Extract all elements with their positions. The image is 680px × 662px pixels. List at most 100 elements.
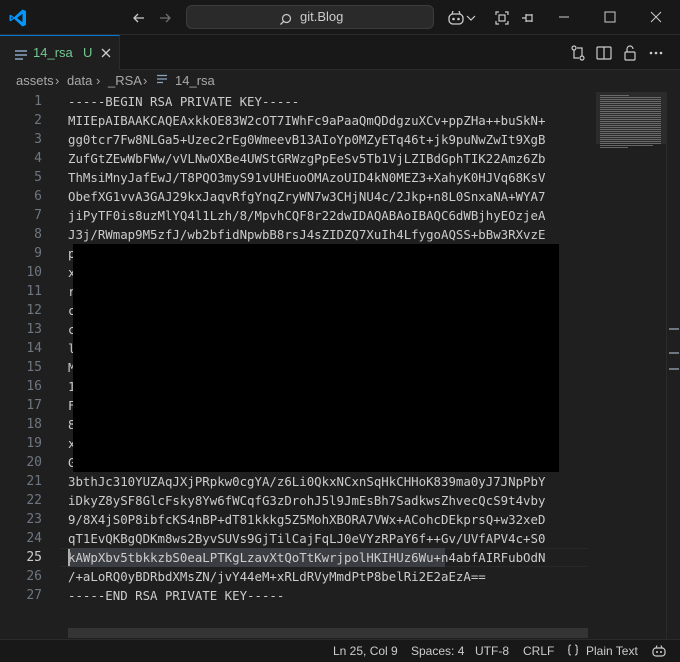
line-number: 14 (26, 341, 42, 356)
minimap-line (600, 101, 661, 102)
code-line[interactable]: ZufGtZEwWbFWw/vVLNwOXBe4UWStGRWzgPpEeSv5… (68, 149, 545, 168)
minimap-line (600, 95, 629, 96)
git-compare-icon[interactable] (568, 43, 588, 63)
minimap-line (600, 109, 661, 110)
minimap-line (600, 107, 661, 108)
line-number: 10 (26, 265, 42, 280)
code-line[interactable]: 3bthJc310YUZAqJXjPRpkw0cgYA/z6Li0QkxNCxn… (68, 472, 545, 491)
minimap-line (600, 129, 661, 130)
line-number: 2 (34, 113, 42, 128)
text-cursor (68, 549, 70, 566)
pin-icon[interactable] (518, 8, 538, 28)
minimap-line (600, 117, 661, 118)
code-line[interactable]: /+aLoRQ0yBDRbdXMsZN/jvY44eM+xRLdRVyMmdPt… (68, 567, 486, 586)
minimap-line (600, 127, 661, 128)
line-number: 13 (26, 322, 42, 337)
line-number: 8 (34, 227, 42, 242)
breadcrumb-item-file[interactable]: 14_rsa (175, 73, 215, 88)
line-number: 9 (34, 246, 42, 261)
minimap-line (600, 141, 661, 142)
line-number: 15 (26, 360, 42, 375)
chevron-down-icon[interactable] (465, 8, 477, 28)
line-number: 5 (34, 170, 42, 185)
code-line[interactable]: kAWpXbv5tbkkzbS0eaLPTKgLzavXtQoTtKwrjpol… (68, 548, 545, 567)
tab-14-rsa[interactable]: 14_rsa U (0, 35, 120, 70)
minimap[interactable] (596, 92, 666, 639)
line-number: 6 (34, 189, 42, 204)
command-center-search[interactable]: git.Blog (186, 5, 434, 29)
end-of-line[interactable]: CRLF (523, 644, 554, 658)
code-line[interactable]: gg0tcr7Fw8NLGa5+Uzec2rEg0WmeevB13AIoYp0M… (68, 130, 545, 149)
layout-icon[interactable] (492, 8, 512, 28)
forward-arrow-icon[interactable] (155, 8, 175, 28)
code-line[interactable]: jiPyTF0is8uzMlYQ4l1Lzh/8/MpvhCQF8r22dwID… (68, 206, 545, 225)
minimap-line (600, 121, 661, 122)
minimap-line (600, 131, 661, 132)
editor[interactable]: 1 -----BEGIN RSA PRIVATE KEY----- 2 MIIEpAI… (0, 92, 680, 639)
line-number: 11 (26, 284, 42, 299)
minimize-icon[interactable] (540, 0, 586, 34)
language-mode[interactable]: Plain Text (586, 644, 638, 658)
redaction-block (73, 244, 559, 472)
line-number: 1 (34, 94, 42, 109)
tab-bar: 14_rsa U (0, 35, 680, 70)
line-number: 21 (26, 474, 42, 489)
chevron-right-icon: › (143, 73, 148, 88)
breadcrumb-item-assets[interactable]: assets (16, 73, 54, 88)
code-line[interactable]: 9/8X4jS0P8ibfcKS4nBP+dT81kkkg5Z5MohXBORA… (68, 510, 545, 529)
vertical-scrollbar[interactable] (666, 92, 680, 639)
code-line[interactable]: J3j/RWmap9M5zfJ/wb2bfidNpwbB8rsJ4sZIDZQ7… (68, 225, 545, 244)
line-number: 7 (34, 208, 42, 223)
horizontal-scrollbar[interactable] (68, 628, 588, 638)
line-number: 24 (26, 531, 42, 546)
scrollbar-marker (669, 368, 679, 370)
breadcrumb-item-data[interactable]: data (67, 73, 92, 88)
more-icon[interactable] (646, 43, 666, 63)
code-line[interactable]: -----END RSA PRIVATE KEY----- (68, 586, 284, 605)
encoding[interactable]: UTF-8 (475, 644, 509, 658)
minimap-line (600, 99, 661, 100)
breadcrumb: assets › data › _RSA › 14_rsa (0, 70, 680, 92)
status-bar: Ln 25, Col 9 Spaces: 4 UTF-8 CRLF Plain … (0, 639, 680, 662)
line-number: 26 (26, 569, 42, 584)
close-tab-icon[interactable] (98, 45, 114, 61)
minimap-line (600, 143, 661, 144)
minimap-line (600, 133, 661, 134)
code-line[interactable]: ThMsiMnyJafEwJ/T8PQO3myS91vUHEuoOMAzoUID… (68, 168, 545, 187)
scrollbar-marker (669, 328, 679, 330)
text-file-icon (156, 73, 168, 88)
minimap-line (600, 135, 661, 136)
maximize-icon[interactable] (586, 0, 632, 34)
minimap-line (600, 105, 661, 106)
minimap-line (600, 137, 661, 138)
line-number: 22 (26, 493, 42, 508)
search-text: git.Blog (300, 9, 344, 24)
text-file-icon (14, 47, 28, 66)
minimap-line (600, 147, 628, 148)
lock-icon[interactable] (620, 43, 640, 63)
back-arrow-icon[interactable] (129, 8, 149, 28)
code-line[interactable]: qT1EvQKBgQDKm8ws2ByvSUVs9GjTilCajFqLJ0eV… (68, 529, 545, 548)
copilot-status-icon[interactable] (651, 643, 667, 662)
code-line[interactable]: -----BEGIN RSA PRIVATE KEY----- (68, 92, 299, 111)
line-number: 27 (26, 588, 42, 603)
minimap-line (600, 103, 661, 104)
copilot-icon[interactable] (446, 8, 466, 28)
minimap-line (600, 97, 661, 98)
minimap-line (600, 111, 661, 112)
minimap-line (600, 125, 661, 126)
line-number: 4 (34, 151, 42, 166)
minimap-line (600, 139, 661, 140)
split-editor-icon[interactable] (594, 43, 614, 63)
minimap-line (600, 115, 661, 116)
code-line[interactable]: MIIEpAIBAAKCAQEAxkkOE83W2cOT7IWhFc9aPaaQ… (68, 111, 545, 130)
minimap-line (600, 113, 661, 114)
breadcrumb-item-rsa-folder[interactable]: _RSA (108, 73, 142, 88)
chevron-right-icon: › (55, 73, 60, 88)
indentation[interactable]: Spaces: 4 (411, 644, 464, 658)
code-line[interactable]: ObefXG1vvA3GAJ29kxJaqvRfgYnqZryWN7w3CHjN… (68, 187, 545, 206)
chevron-right-icon: › (96, 73, 101, 88)
code-line[interactable]: iDkyZ8ySF8GlcFsky8Yw6fWCqfG3zDrohJ5l9JmE… (68, 491, 545, 510)
close-icon[interactable] (632, 0, 680, 34)
cursor-position[interactable]: Ln 25, Col 9 (333, 644, 398, 658)
